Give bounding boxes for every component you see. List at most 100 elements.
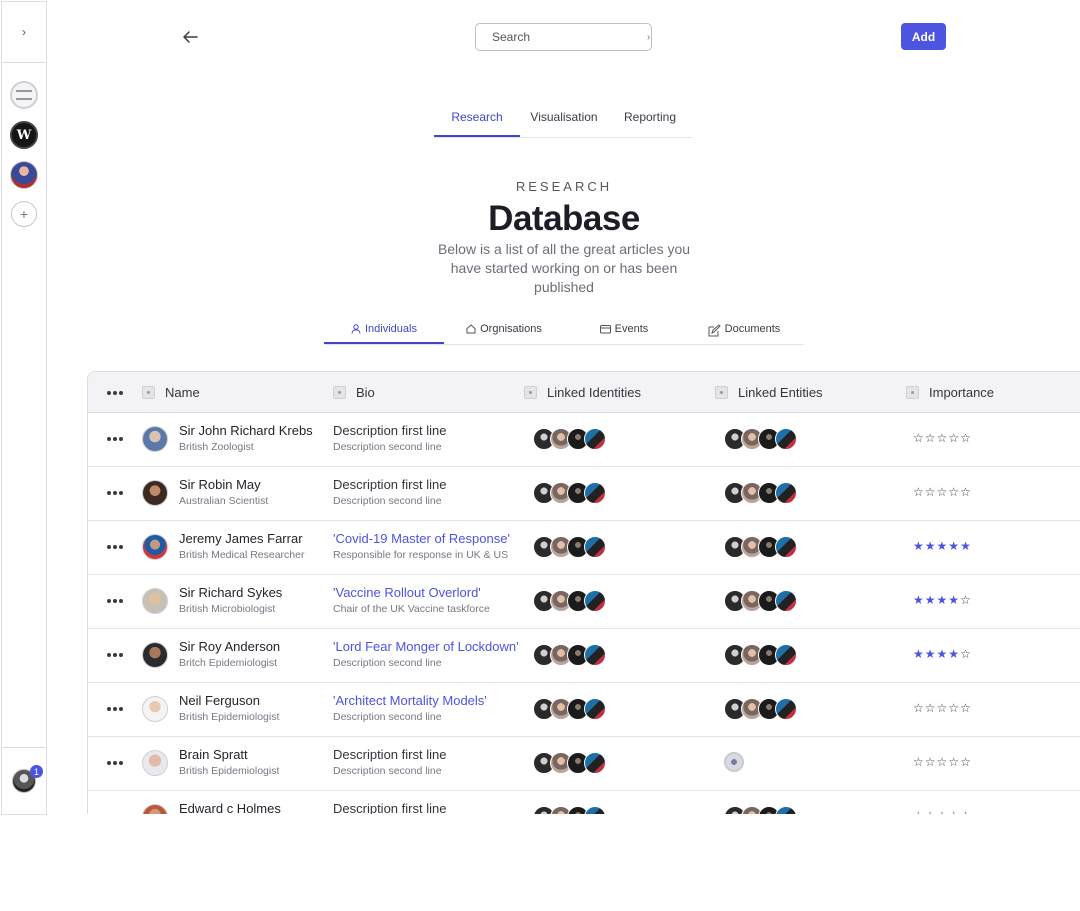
- linked-identities-group[interactable]: [533, 482, 606, 504]
- column-bio-header[interactable]: Bio: [333, 372, 375, 413]
- linked-entities-group[interactable]: [724, 482, 797, 504]
- star-outline-icon[interactable]: ☆: [937, 702, 948, 714]
- person-name[interactable]: Sir Roy Anderson: [179, 639, 280, 654]
- person-name[interactable]: Edward c Holmes: [179, 801, 281, 814]
- column-importance-checkbox[interactable]: [906, 386, 919, 399]
- star-outline-icon[interactable]: ☆: [913, 756, 924, 768]
- star-outline-icon[interactable]: ☆: [960, 810, 971, 814]
- linked-entities-group[interactable]: [724, 806, 797, 814]
- importance-rating[interactable]: ☆☆☆☆☆: [913, 756, 971, 768]
- linked-identities-group[interactable]: [533, 590, 606, 612]
- star-outline-icon[interactable]: ☆: [948, 432, 959, 444]
- column-linked-entities-header[interactable]: Linked Entities: [715, 372, 823, 413]
- star-filled-icon[interactable]: ★: [925, 648, 936, 660]
- more-dots-icon[interactable]: [107, 599, 123, 603]
- more-dots-icon[interactable]: [107, 707, 123, 711]
- table-row[interactable]: Edward c HolmesDescription first line☆☆☆…: [88, 791, 1080, 814]
- star-outline-icon[interactable]: ☆: [960, 648, 971, 660]
- star-filled-icon[interactable]: ★: [948, 648, 959, 660]
- column-linked-identities-checkbox[interactable]: [524, 386, 537, 399]
- arrow-left-icon[interactable]: [181, 28, 199, 46]
- star-outline-icon[interactable]: ☆: [913, 702, 924, 714]
- chevron-right-icon[interactable]: ›: [647, 32, 650, 43]
- importance-rating[interactable]: ★ ★ ★ ★ ☆: [913, 594, 971, 606]
- tab-reporting[interactable]: Reporting: [608, 110, 692, 137]
- table-row[interactable]: Sir John Richard Krebs British Zoologist D…: [88, 413, 1080, 467]
- person-name[interactable]: Brain Spratt: [179, 747, 248, 762]
- table-row[interactable]: Neil Ferguson British Epidemiologist 'Arch…: [88, 683, 1080, 737]
- importance-rating[interactable]: ★ ★ ★ ★ ☆: [913, 648, 971, 660]
- star-outline-icon[interactable]: ☆: [925, 702, 936, 714]
- table-row[interactable]: Sir Richard Sykes British Microbiologist '…: [88, 575, 1080, 629]
- tab-events[interactable]: Events: [564, 322, 684, 344]
- linked-identities-group[interactable]: [533, 536, 606, 558]
- tab-documents[interactable]: Documents: [684, 322, 804, 344]
- table-row[interactable]: Sir Roy Anderson Britch Epidemiologist 'Lo…: [88, 629, 1080, 683]
- bio-first-line[interactable]: 'Lord Fear Monger of Lockdown': [333, 639, 519, 654]
- star-filled-icon[interactable]: ★: [913, 594, 924, 606]
- linked-entities-group[interactable]: [724, 536, 797, 558]
- tab-individuals[interactable]: Individuals: [324, 322, 444, 344]
- chevron-right-icon[interactable]: ›: [22, 25, 26, 39]
- add-button[interactable]: Add: [901, 23, 946, 50]
- bio-first-line[interactable]: 'Architect Mortality Models': [333, 693, 487, 708]
- star-outline-icon[interactable]: ☆: [925, 756, 936, 768]
- star-filled-icon[interactable]: ★: [948, 594, 959, 606]
- star-outline-icon[interactable]: ☆: [960, 702, 971, 714]
- person-name[interactable]: Sir Richard Sykes: [179, 585, 282, 600]
- star-outline-icon[interactable]: ☆: [913, 432, 924, 444]
- importance-rating[interactable]: ☆☆☆☆☆: [913, 486, 971, 498]
- star-filled-icon[interactable]: ★: [937, 540, 948, 552]
- workspace-logo-1[interactable]: [10, 81, 38, 109]
- linked-identities-group[interactable]: [533, 698, 606, 720]
- user-avatar[interactable]: 1: [12, 765, 43, 793]
- star-outline-icon[interactable]: ☆: [960, 756, 971, 768]
- column-bio-checkbox[interactable]: [333, 386, 346, 399]
- star-outline-icon[interactable]: ☆: [948, 486, 959, 498]
- more-dots-icon[interactable]: [107, 545, 123, 549]
- header-menu[interactable]: [107, 372, 123, 413]
- star-filled-icon[interactable]: ★: [937, 648, 948, 660]
- person-name[interactable]: Neil Ferguson: [179, 693, 260, 708]
- person-name[interactable]: Sir John Richard Krebs: [179, 423, 313, 438]
- star-filled-icon[interactable]: ★: [913, 540, 924, 552]
- star-filled-icon[interactable]: ★: [960, 540, 971, 552]
- column-name-header[interactable]: Name: [142, 372, 200, 413]
- more-dots-icon[interactable]: [107, 761, 123, 765]
- importance-rating[interactable]: ★ ★ ★ ★ ★: [913, 540, 971, 552]
- linked-entities-group[interactable]: [724, 590, 797, 612]
- star-outline-icon[interactable]: ☆: [925, 432, 936, 444]
- star-outline-icon[interactable]: ☆: [948, 756, 959, 768]
- linked-identities-group[interactable]: [533, 644, 606, 666]
- column-linked-entities-checkbox[interactable]: [715, 386, 728, 399]
- workspace-logo-2[interactable]: W: [10, 121, 38, 149]
- table-row[interactable]: Sir Robin May Australian Scientist Descrip…: [88, 467, 1080, 521]
- star-outline-icon[interactable]: ☆: [960, 432, 971, 444]
- more-dots-icon[interactable]: [107, 390, 123, 395]
- star-filled-icon[interactable]: ★: [925, 594, 936, 606]
- tab-visualisation[interactable]: Visualisation: [520, 110, 608, 137]
- linked-entities-group[interactable]: [724, 752, 744, 772]
- bio-first-line[interactable]: 'Covid-19 Master of Response': [333, 531, 510, 546]
- table-row[interactable]: Brain Spratt British Epidemiologist Descri…: [88, 737, 1080, 791]
- person-name[interactable]: Sir Robin May: [179, 477, 261, 492]
- more-dots-icon[interactable]: [107, 653, 123, 657]
- star-filled-icon[interactable]: ★: [937, 594, 948, 606]
- star-outline-icon[interactable]: ☆: [925, 486, 936, 498]
- star-outline-icon[interactable]: ☆: [913, 810, 924, 814]
- linked-identities-group[interactable]: [533, 752, 606, 774]
- star-outline-icon[interactable]: ☆: [925, 810, 936, 814]
- star-outline-icon[interactable]: ☆: [937, 486, 948, 498]
- more-dots-icon[interactable]: [107, 437, 123, 441]
- linked-identities-group[interactable]: [533, 806, 606, 814]
- tab-research[interactable]: Research: [434, 110, 520, 137]
- star-outline-icon[interactable]: ☆: [937, 756, 948, 768]
- search-input[interactable]: [492, 30, 647, 44]
- column-importance-header[interactable]: Importance: [906, 372, 994, 413]
- linked-entities-group[interactable]: [724, 428, 797, 450]
- linked-identities-group[interactable]: [533, 428, 606, 450]
- importance-rating[interactable]: ☆☆☆☆☆: [913, 432, 971, 444]
- star-outline-icon[interactable]: ☆: [937, 810, 948, 814]
- column-name-checkbox[interactable]: [142, 386, 155, 399]
- star-filled-icon[interactable]: ★: [925, 540, 936, 552]
